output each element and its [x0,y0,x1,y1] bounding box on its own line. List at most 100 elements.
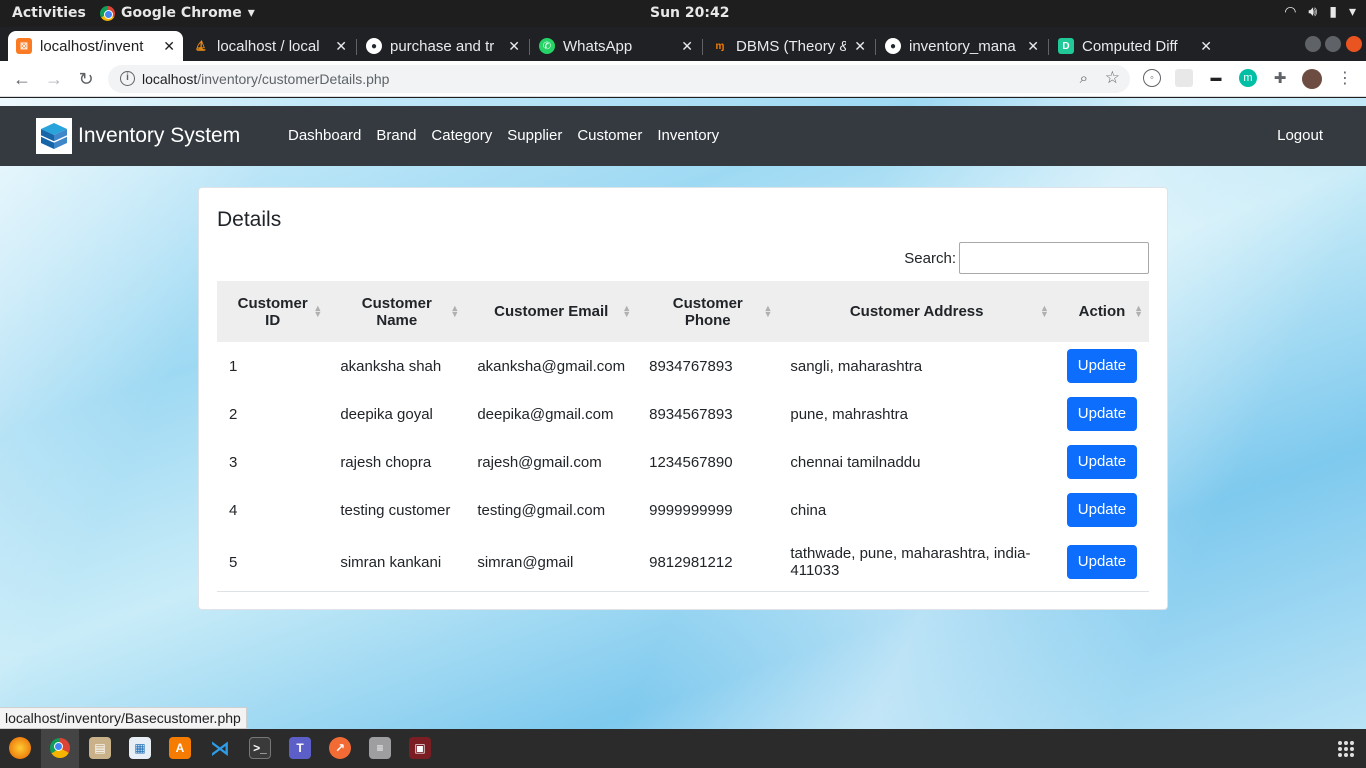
avatar[interactable] [1302,69,1322,89]
header-label: Customer Address [849,303,984,320]
nav-link-supplier[interactable]: Supplier [507,127,562,144]
postman-icon[interactable]: ↗ [329,737,351,759]
minimize-icon[interactable] [1305,36,1321,52]
cell-customer-name: testing customer [340,501,451,519]
table-row: 4 testing customer testing@gmail.com 999… [217,486,1149,534]
close-icon[interactable]: ✕ [1027,38,1039,55]
files-icon[interactable]: ▤ [89,737,111,759]
column-header-customer-id[interactable]: Customer ID ▲ ▼ [217,281,329,342]
cell-customer-email: deepika@gmail.com [477,405,614,423]
cell-customer-address: chennai tamilnaddu [790,453,921,471]
extension-m-icon[interactable]: m [1239,69,1257,87]
address-bar[interactable]: i localhost/inventory/customerDetails.ph… [108,65,1130,93]
nav-link-brand[interactable]: Brand [376,127,416,144]
nav-link-category[interactable]: Category [431,127,492,144]
maximize-icon[interactable] [1325,36,1341,52]
puzzle-icon[interactable]: ✚ [1271,69,1289,87]
brand[interactable]: Inventory System [36,118,240,154]
activities-button[interactable]: Activities [12,5,86,21]
back-arrow-icon[interactable]: ← [11,68,33,90]
page-viewport: Inventory System Dashboard Brand Categor… [0,98,1366,729]
url-text[interactable]: localhost/inventory/customerDetails.php [142,71,389,87]
card-title: Details [217,208,282,231]
nav-link-inventory[interactable]: Inventory [657,127,719,144]
geeks-icon: ɱ [715,40,725,52]
update-button[interactable]: Update [1066,349,1137,383]
cell-customer-address: pune, mahrashtra [790,405,908,423]
menu-dots-icon[interactable]: ⋮ [1336,69,1354,87]
chrome-icon[interactable] [49,737,71,759]
table-row: 1 akanksha shah akanksha@gmail.com 89347… [217,342,1149,390]
update-button[interactable]: Update [1066,397,1137,431]
cell-action: Update [1055,390,1149,438]
tab-separator [1048,39,1049,55]
tab-title: WhatsApp [563,37,633,55]
sort-icon: ▲ ▼ [313,303,323,319]
customer-table: Customer ID ▲ ▼ Customer Name ▲ ▼ Customer E… [217,281,1149,592]
clock[interactable]: Sun 20:42 [650,5,729,21]
close-icon[interactable]: ✕ [854,38,866,55]
phpmyadmin-icon: ⛵︎ [194,40,208,52]
incognito-glasses-icon[interactable]: ▬ [1207,69,1225,87]
cell-action: Update [1055,342,1149,390]
extension-icon[interactable]: ◦ [1143,69,1161,87]
update-button[interactable]: Update [1066,545,1137,580]
logout-link[interactable]: Logout [1277,127,1323,144]
github-icon: ● [885,38,901,54]
cell-customer-name: deepika goyal [340,405,433,423]
screen-recorder-icon[interactable]: ▣ [409,737,431,759]
tab-separator [702,39,703,55]
tab-whatsapp[interactable]: ✆ WhatsApp ✕ [531,31,701,61]
cell-customer-id: 5 [217,534,329,592]
extension-icon[interactable] [1175,69,1193,87]
forward-arrow-icon[interactable]: → [43,68,65,90]
bookmark-star-icon[interactable]: ☆ [1105,68,1120,88]
tab-github-purchase[interactable]: ● purchase and tr ✕ [358,31,528,61]
cell-customer-id: 2 [229,405,238,423]
reload-icon[interactable]: ↻ [75,68,97,90]
cell-action: Update [1055,486,1149,534]
column-header-customer-email[interactable]: Customer Email ▲ ▼ [465,281,638,342]
cell-customer-phone: 9999999999 [649,501,733,519]
nav-link-customer[interactable]: Customer [577,127,642,144]
tab-computed-diff[interactable]: D Computed Diff ✕ [1050,31,1220,61]
cell-customer-phone: 1234567890 [649,453,733,471]
show-applications-icon[interactable] [1338,741,1354,757]
database-icon[interactable]: ≡ [369,737,391,759]
cell-customer-email: testing@gmail.com [477,501,606,519]
tab-dbms[interactable]: ɱ DBMS (Theory & ✕ [704,31,874,61]
column-header-action[interactable]: Action ▲ ▼ [1054,281,1149,342]
firefox-icon[interactable] [9,737,31,759]
software-center-icon[interactable]: A [169,737,191,759]
close-icon[interactable]: ✕ [335,38,347,55]
column-header-customer-phone[interactable]: Customer Phone ▲ ▼ [637,281,779,342]
cell-customer-phone: 9812981212 [637,534,779,592]
close-icon[interactable]: ✕ [163,38,175,55]
header-label: Customer Email [494,303,609,320]
sort-icon: ▲ ▼ [763,303,773,319]
close-window-icon[interactable] [1346,36,1362,52]
tab-phpmyadmin[interactable]: ⛵︎ localhost / local ✕ [185,31,355,61]
tab-github-inventory[interactable]: ● inventory_mana ✕ [877,31,1047,61]
teams-icon[interactable]: T [289,737,311,759]
column-header-customer-name[interactable]: Customer Name ▲ ▼ [328,281,466,342]
document-icon[interactable]: ▦ [129,737,151,759]
app-menu[interactable]: Google Chrome ▾ [100,5,255,21]
nav-link-dashboard[interactable]: Dashboard [288,127,361,144]
terminal-icon[interactable]: >_ [249,737,271,759]
update-button[interactable]: Update [1066,445,1137,479]
nav-links: Dashboard Brand Category Supplier Custom… [288,127,719,144]
zoom-icon[interactable]: ⌕ [1080,70,1088,87]
url-path: /inventory/customerDetails.php [197,71,390,87]
cell-customer-phone: 8934767893 [649,357,733,375]
column-header-customer-address[interactable]: Customer Address ▲ ▼ [778,281,1055,342]
close-icon[interactable]: ✕ [1200,38,1212,55]
info-icon[interactable]: i [120,71,135,86]
vscode-icon[interactable]: ⋊ [209,737,231,760]
close-icon[interactable]: ✕ [508,38,520,55]
search-input[interactable] [959,242,1149,274]
system-tray[interactable]: ◠ 🔊︎ ▮ ▾ [1284,4,1356,20]
tab-inventory[interactable]: ⊠ localhost/invent ✕ [8,31,183,61]
close-icon[interactable]: ✕ [681,38,693,55]
update-button[interactable]: Update [1066,493,1137,527]
